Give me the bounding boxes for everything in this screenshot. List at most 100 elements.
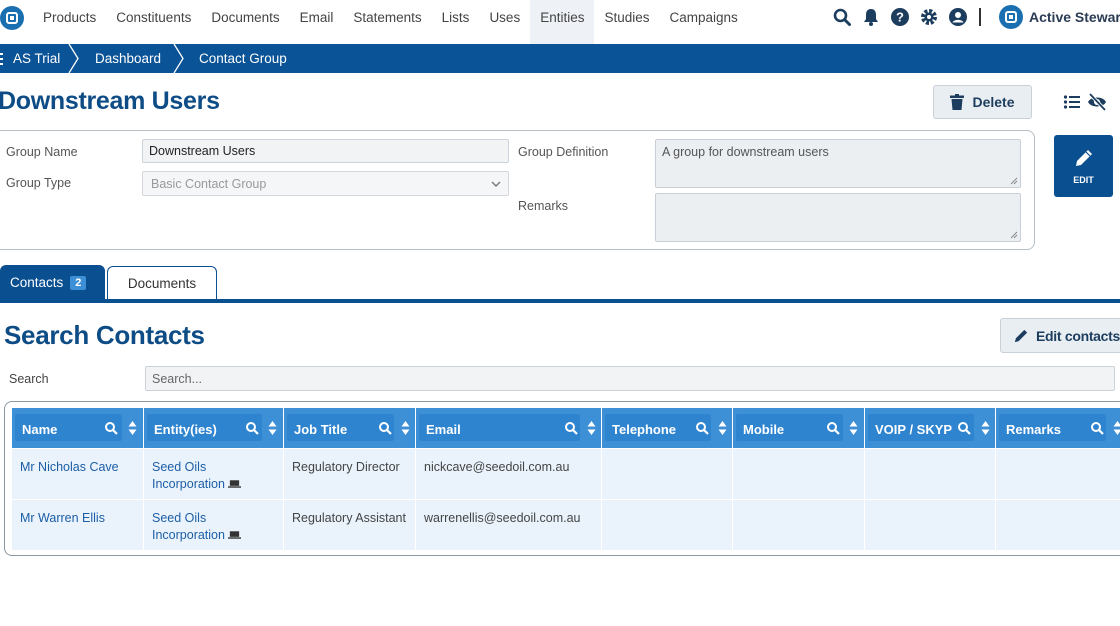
- sort-icon[interactable]: [401, 420, 410, 436]
- nav-item-constituents[interactable]: Constituents: [106, 0, 201, 44]
- tab-contacts[interactable]: Contacts 2: [0, 265, 105, 300]
- help-icon[interactable]: ?: [890, 7, 910, 27]
- column-header-telephone[interactable]: Telephone: [602, 408, 732, 448]
- column-search-icon[interactable]: [695, 421, 709, 435]
- sort-icon[interactable]: [1113, 420, 1120, 436]
- group-name-label: Group Name: [6, 145, 78, 159]
- breadcrumb-chevron-icon: [68, 44, 79, 73]
- edit-label: EDIT: [1073, 175, 1094, 185]
- cell-name[interactable]: Mr Nicholas Cave: [12, 449, 144, 499]
- breadcrumb-item-as-trial[interactable]: AS Trial: [13, 44, 60, 73]
- delete-button[interactable]: Delete: [933, 85, 1032, 119]
- nav-item-entities[interactable]: Entities: [530, 0, 595, 44]
- column-header-mobile[interactable]: Mobile: [733, 408, 864, 448]
- cell-job-title: Regulatory Assistant: [284, 500, 416, 550]
- nav-item-statements[interactable]: Statements: [343, 0, 431, 44]
- nav-item-email[interactable]: Email: [290, 0, 344, 44]
- column-search-icon[interactable]: [826, 421, 840, 435]
- group-name-input[interactable]: Downstream Users: [142, 139, 509, 163]
- group-form-panel: Group Name Downstream Users Group Type B…: [0, 130, 1035, 250]
- edit-contacts-label: Edit contacts: [1036, 327, 1120, 344]
- cell-job-title: Regulatory Director: [284, 449, 416, 499]
- sort-icon[interactable]: [268, 420, 277, 436]
- table-row[interactable]: Mr Warren Ellis Seed Oils Incorporation …: [12, 500, 1120, 550]
- nav-item-lists[interactable]: Lists: [432, 0, 480, 44]
- resize-grip-icon[interactable]: [1010, 231, 1018, 239]
- search-label: Search: [9, 372, 49, 386]
- svg-text:?: ?: [896, 10, 904, 25]
- delete-label: Delete: [972, 94, 1015, 110]
- brand-name: Active Stewar: [1029, 9, 1120, 25]
- cell-telephone: [602, 449, 733, 499]
- column-header-name[interactable]: Name: [12, 408, 143, 448]
- nav-separator: [979, 8, 981, 26]
- column-header-entities[interactable]: Entity(ies): [144, 408, 283, 448]
- eye-slash-icon[interactable]: [1087, 93, 1107, 111]
- cell-entities[interactable]: Seed Oils Incorporation: [144, 500, 284, 550]
- cell-name[interactable]: Mr Warren Ellis: [12, 500, 144, 550]
- nav-item-studies[interactable]: Studies: [594, 0, 659, 44]
- column-search-icon[interactable]: [1090, 421, 1104, 435]
- menu-icon[interactable]: [0, 53, 6, 65]
- nav-icons: ?: [832, 7, 983, 27]
- sort-icon[interactable]: [128, 420, 137, 436]
- search-icon[interactable]: [832, 7, 852, 27]
- cell-email: warrenellis@seedoil.com.au: [416, 500, 602, 550]
- page-title: Downstream Users: [0, 87, 220, 115]
- breadcrumb: AS Trial Dashboard Contact Group: [0, 44, 1120, 73]
- cell-voip: [865, 449, 996, 499]
- bell-icon[interactable]: [861, 7, 881, 27]
- cell-mobile: [733, 449, 865, 499]
- cell-remarks: [996, 449, 1120, 499]
- sort-icon[interactable]: [587, 420, 596, 436]
- logo-icon: [6, 12, 18, 24]
- edit-button[interactable]: EDIT: [1054, 135, 1113, 197]
- group-definition-label: Group Definition: [518, 145, 609, 159]
- remarks-textarea[interactable]: [655, 193, 1021, 242]
- column-search-icon[interactable]: [104, 421, 118, 435]
- group-type-select[interactable]: Basic Contact Group: [142, 171, 509, 196]
- sort-icon[interactable]: [849, 420, 858, 436]
- gear-icon[interactable]: [919, 7, 939, 27]
- breadcrumb-item-contact-group: Contact Group: [199, 51, 287, 66]
- cell-mobile: [733, 500, 865, 550]
- pencil-icon: [1075, 150, 1092, 166]
- sort-icon[interactable]: [981, 420, 990, 436]
- remarks-label: Remarks: [518, 199, 569, 213]
- sort-icon[interactable]: [718, 420, 727, 436]
- nav-item-campaigns[interactable]: Campaigns: [660, 0, 748, 44]
- group-type-value: Basic Contact Group: [151, 177, 267, 191]
- column-header-job-title[interactable]: Job Title: [284, 408, 415, 448]
- nav-menu: Products Constituents Documents Email St…: [33, 0, 748, 44]
- group-type-label: Group Type: [6, 176, 72, 190]
- user-icon[interactable]: [948, 7, 968, 27]
- column-header-remarks[interactable]: Remarks: [996, 408, 1120, 448]
- table-row[interactable]: Mr Nicholas Cave Seed Oils Incorporation…: [12, 449, 1120, 499]
- nav-item-uses[interactable]: Uses: [479, 0, 530, 44]
- resize-grip-icon[interactable]: [1010, 177, 1018, 185]
- column-header-email[interactable]: Email: [416, 408, 601, 448]
- cell-remarks: [996, 500, 1120, 550]
- trash-icon: [950, 94, 965, 110]
- contacts-table: Name Entity(ies) Job Title Email Telepho…: [4, 401, 1120, 556]
- column-search-icon[interactable]: [957, 421, 971, 435]
- brand[interactable]: Active Stewar: [999, 5, 1120, 29]
- app-logo[interactable]: [0, 6, 24, 30]
- breadcrumb-item-dashboard[interactable]: Dashboard: [95, 44, 161, 73]
- edit-contacts-button[interactable]: Edit contacts: [1000, 318, 1120, 353]
- laptop-icon: [228, 480, 242, 488]
- group-definition-textarea[interactable]: A group for downstream users: [655, 139, 1021, 188]
- brand-logo-icon: [999, 5, 1023, 29]
- column-search-icon[interactable]: [378, 421, 392, 435]
- column-search-icon[interactable]: [564, 421, 578, 435]
- nav-item-products[interactable]: Products: [33, 0, 106, 44]
- search-contacts-title: Search Contacts: [4, 320, 205, 350]
- search-input[interactable]: Search...: [145, 366, 1115, 391]
- contacts-count-badge: 2: [70, 275, 87, 290]
- tab-documents[interactable]: Documents: [107, 266, 217, 300]
- nav-item-documents[interactable]: Documents: [201, 0, 289, 44]
- column-search-icon[interactable]: [245, 421, 259, 435]
- column-header-voip[interactable]: VOIP / SKYPE: [865, 408, 995, 448]
- list-icon[interactable]: [1063, 93, 1081, 111]
- cell-entities[interactable]: Seed Oils Incorporation: [144, 449, 284, 499]
